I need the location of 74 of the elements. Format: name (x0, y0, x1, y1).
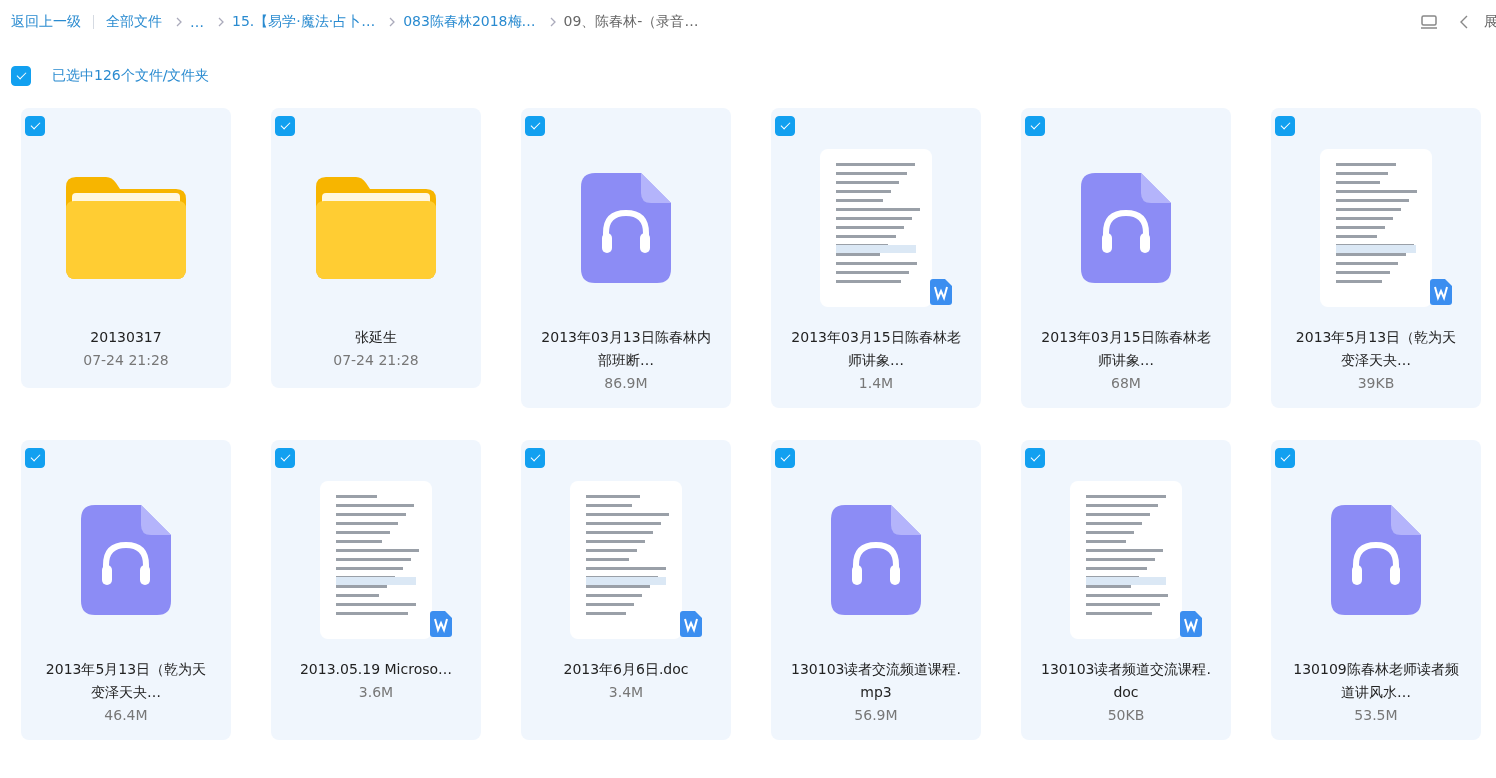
chevron-right-icon (218, 17, 224, 27)
file-card[interactable]: 2013年03月13日陈春林内部班断… 86.9M (521, 108, 731, 408)
chevron-left-icon[interactable] (1460, 15, 1468, 29)
file-card[interactable]: 2013年6月6日.doc 3.4M (521, 440, 731, 740)
folder-icon (316, 175, 436, 281)
file-checkbox[interactable] (775, 116, 795, 136)
chevron-right-icon (389, 17, 396, 27)
file-card[interactable]: 130103读者交流频道课程.mp3 56.9M (771, 440, 981, 740)
audio-file-icon (831, 505, 921, 615)
breadcrumb-link[interactable]: 全部文件 (106, 13, 162, 31)
file-name: 130103读者交流频道课程.mp3 (790, 660, 962, 702)
file-card[interactable]: 2013.05.19 Microso… 3.6M (271, 440, 481, 740)
file-meta: 50KB (1107, 706, 1145, 725)
file-meta: 1.4M (858, 374, 894, 393)
select-all-checkbox[interactable] (11, 66, 31, 86)
word-document-icon (1180, 611, 1202, 637)
file-name: 130103读者频道交流课程.doc (1040, 660, 1212, 702)
chevron-right-icon (176, 17, 182, 27)
file-checkbox[interactable] (275, 116, 295, 136)
file-card[interactable]: 130109陈春林老师读者频道讲风水… 53.5M (1271, 440, 1481, 740)
file-card[interactable]: 2013年5月13日（乾为天变泽天夬… 39KB (1271, 108, 1481, 408)
file-meta: 07-24 21:28 (333, 351, 419, 370)
file-checkbox[interactable] (525, 116, 545, 136)
file-card[interactable]: 20130317 07-24 21:28 (21, 108, 231, 388)
word-document-icon (430, 611, 452, 637)
file-name: 2013年03月15日陈春林老师讲象… (790, 328, 962, 370)
file-meta: 56.9M (854, 706, 898, 725)
breadcrumb-link[interactable]: 083陈春林2018梅… (403, 13, 536, 31)
file-card[interactable]: 130103读者频道交流课程.doc 50KB (1021, 440, 1231, 740)
file-meta: 53.5M (1354, 706, 1398, 725)
file-checkbox[interactable] (25, 116, 45, 136)
word-document-icon (930, 279, 952, 305)
file-meta: 86.9M (604, 374, 648, 393)
file-card[interactable]: 2013年03月15日陈春林老师讲象… 1.4M (771, 108, 981, 408)
file-meta: 39KB (1357, 374, 1395, 393)
file-checkbox[interactable] (1025, 448, 1045, 468)
file-name: 130109陈春林老师读者频道讲风水… (1292, 660, 1460, 702)
file-checkbox[interactable] (25, 448, 45, 468)
back-link[interactable]: 返回上一级 (11, 13, 81, 31)
file-name: 20130317 (89, 328, 163, 347)
file-name: 2013.05.19 Microso… (298, 660, 454, 679)
word-document-icon (1430, 279, 1452, 305)
file-meta: 46.4M (104, 706, 148, 725)
selection-count: 已选中126个文件/文件夹 (52, 67, 210, 85)
file-meta: 68M (1111, 374, 1141, 393)
file-card[interactable]: 2013年03月15日陈春林老师讲象… 68M (1021, 108, 1231, 408)
file-meta: 3.4M (608, 683, 644, 702)
file-name: 2013年5月13日（乾为天变泽天夬… (44, 660, 208, 702)
file-checkbox[interactable] (1275, 116, 1295, 136)
file-card[interactable]: 2013年5月13日（乾为天变泽天夬… 46.4M (21, 440, 231, 740)
file-meta: 3.6M (358, 683, 394, 702)
file-name: 2013年5月13日（乾为天变泽天夬… (1294, 328, 1458, 370)
audio-file-icon (581, 173, 671, 283)
file-name: 2013年6月6日.doc (562, 660, 690, 679)
word-document-icon (680, 611, 702, 637)
audio-file-icon (81, 505, 171, 615)
audio-file-icon (1081, 173, 1171, 283)
file-checkbox[interactable] (275, 448, 295, 468)
audio-file-icon (1331, 505, 1421, 615)
file-checkbox[interactable] (775, 448, 795, 468)
screen-icon[interactable] (1420, 15, 1438, 29)
folder-icon (66, 175, 186, 281)
file-name: 张延生 (354, 328, 398, 347)
file-name: 2013年03月13日陈春林内部班断… (540, 328, 712, 370)
file-checkbox[interactable] (525, 448, 545, 468)
file-card[interactable]: 张延生 07-24 21:28 (271, 108, 481, 388)
breadcrumb-link[interactable]: … (190, 14, 204, 30)
file-meta: 07-24 21:28 (83, 351, 169, 370)
file-name: 2013年03月15日陈春林老师讲象… (1040, 328, 1212, 370)
chevron-right-icon (549, 17, 556, 27)
file-checkbox[interactable] (1275, 448, 1295, 468)
file-checkbox[interactable] (1025, 116, 1045, 136)
breadcrumb-link[interactable]: 15.【易学·魔法·占卜… (232, 13, 376, 31)
breadcrumb-link[interactable]: 09、陈春林-（录音… (563, 13, 699, 31)
